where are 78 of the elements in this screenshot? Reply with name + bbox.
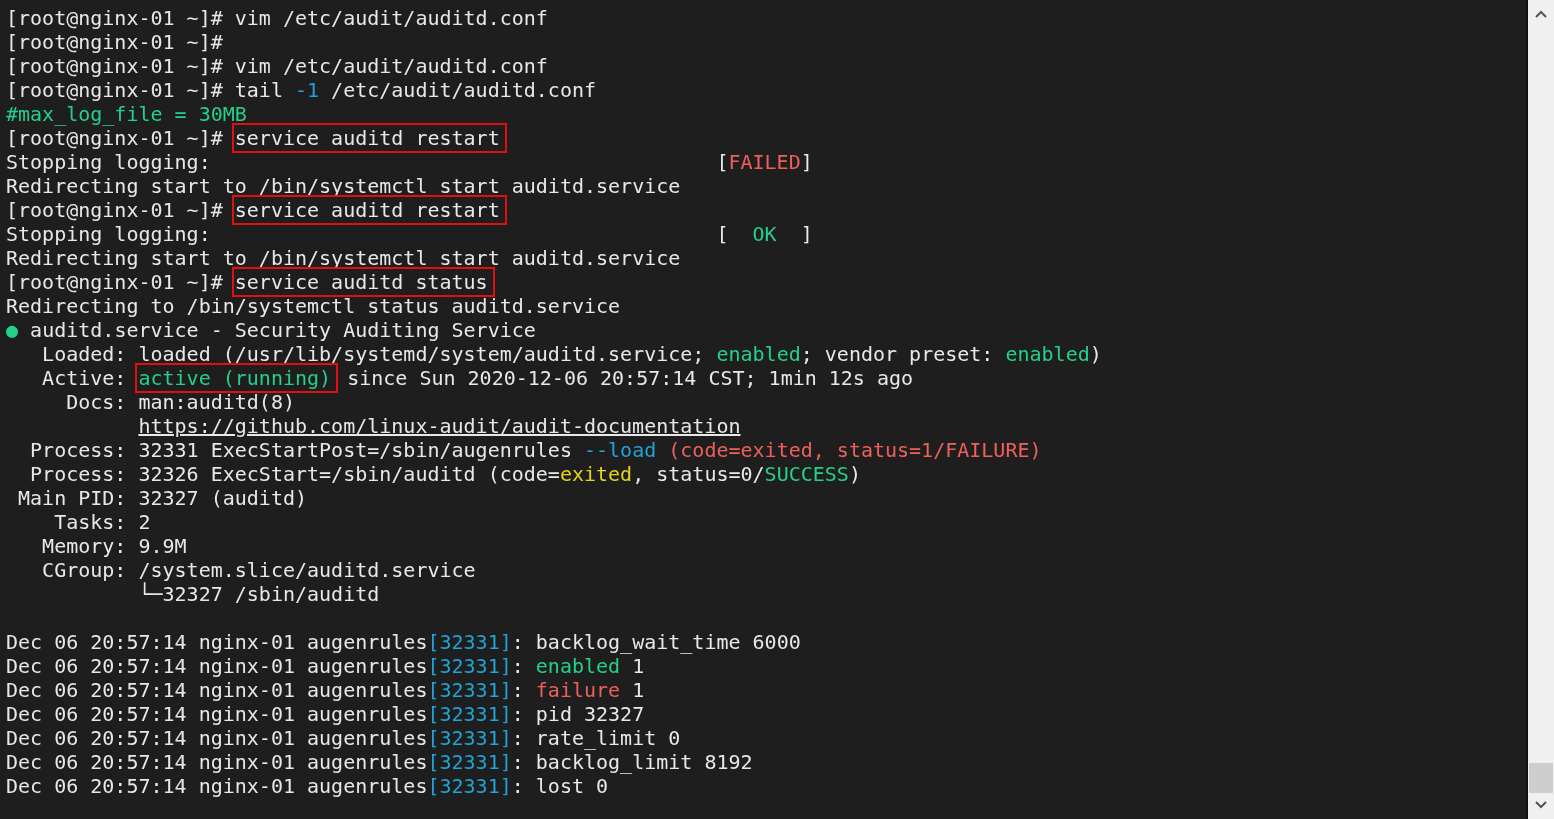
terminal-text: ; vendor preset:: [800, 342, 995, 366]
terminal-text: : rate_limit 0: [511, 726, 681, 750]
terminal-text: failure: [535, 678, 621, 702]
terminal-text: ): [1089, 342, 1102, 366]
terminal-text: -1: [295, 78, 320, 102]
terminal-text: , status=0/: [632, 462, 765, 486]
terminal-text: Redirecting start to /bin/systemctl start auditd.service: [6, 174, 681, 198]
terminal-text: 1: [631, 654, 645, 678]
terminal-text: Redirecting to /bin/systemctl status auditd.service: [6, 294, 621, 318]
terminal-text: 1: [631, 678, 645, 702]
terminal-text: enabled: [716, 342, 801, 366]
terminal-text: Dec 06 20:57:14 nginx-01 augenrules: [6, 774, 428, 798]
terminal-text: [root@nginx-01 ~]#: [6, 270, 224, 294]
terminal-text: ●: [6, 318, 19, 342]
chevron-down-icon[interactable]: [1535, 801, 1547, 809]
terminal-text: [32331]: [427, 678, 512, 702]
terminal-text: [32331]: [427, 630, 512, 654]
terminal-text: [root@nginx-01 ~]#: [6, 126, 224, 150]
terminal-text: :: [511, 654, 525, 678]
terminal-text: SUCCESS: [764, 462, 849, 486]
terminal-text: [root@nginx-01 ~]# vim /etc/audit/auditd.conf: [6, 6, 548, 30]
terminal-text: Dec 06 20:57:14 nginx-01 augenrules: [6, 750, 428, 774]
terminal-text: (code=exited, status=1/FAILURE): [667, 438, 1042, 462]
terminal-text: since Sun 2020-12-06 20:57:14 CST; 1min 12s ago: [346, 366, 914, 390]
terminal-text: CGroup: /system.slice/auditd.service: [41, 558, 476, 582]
terminal-text: [32331]: [427, 654, 512, 678]
terminal-text: Loaded: loaded (/usr/lib/systemd/system/auditd.service;: [41, 342, 706, 366]
terminal-text: Stopping logging:: [6, 150, 211, 174]
terminal-text: [32331]: [427, 702, 512, 726]
terminal-text: [32331]: [427, 774, 512, 798]
terminal-text: Main PID: 32327 (auditd): [17, 486, 308, 510]
terminal-text: : backlog_limit 8192: [511, 750, 753, 774]
terminal-text: enabled: [1005, 342, 1090, 366]
terminal-text: Tasks: 2: [53, 510, 151, 534]
terminal-text: Dec 06 20:57:14 nginx-01 augenrules: [6, 726, 428, 750]
terminal-text: Process: 32331 ExecStartPost=/sbin/augenrules: [29, 438, 573, 462]
terminal-text: Active:: [41, 366, 128, 390]
scrollbar-thumb[interactable]: [1529, 763, 1553, 793]
terminal-text: : pid 32327: [511, 702, 645, 726]
terminal-text: Process: 32326 ExecStart=/sbin/auditd (code=: [29, 462, 560, 486]
highlighted-command: service auditd status: [234, 270, 492, 294]
terminal-text: Dec 06 20:57:14 nginx-01 augenrules: [6, 654, 428, 678]
terminal-text: Dec 06 20:57:14 nginx-01 augenrules: [6, 630, 428, 654]
terminal-text: auditd.service - Security Auditing Service: [29, 318, 536, 342]
bracket: [: [716, 150, 729, 174]
terminal-text: #max_log_file = 30MB: [6, 102, 247, 126]
terminal-text: Memory: 9.9M: [41, 534, 187, 558]
highlighted-command: service auditd restart: [234, 198, 504, 222]
terminal-text: [32331]: [427, 726, 512, 750]
highlighted-command: active (running): [138, 366, 336, 390]
status-label: OK: [751, 222, 778, 246]
terminal-text: exited: [559, 462, 633, 486]
highlighted-command: service auditd restart: [234, 126, 504, 150]
bracket: ]: [800, 222, 813, 246]
chevron-up-icon[interactable]: [1535, 10, 1547, 18]
terminal-text: : backlog_wait_time 6000: [511, 630, 801, 654]
status-label: FAILED: [728, 150, 801, 174]
terminal-text: Docs: man:auditd(8): [65, 390, 295, 414]
terminal-text: enabled: [535, 654, 621, 678]
terminal-text: [root@nginx-01 ~]# tail: [6, 78, 284, 102]
terminal-text: [root@nginx-01 ~]#: [6, 198, 224, 222]
terminal-text: Stopping logging:: [6, 222, 211, 246]
terminal-text: [32331]: [427, 750, 512, 774]
terminal-text: Dec 06 20:57:14 nginx-01 augenrules: [6, 702, 428, 726]
terminal-text: /etc/audit/auditd.conf: [330, 78, 597, 102]
terminal-text: [root@nginx-01 ~]#: [6, 30, 223, 54]
terminal-text: └─32327 /sbin/auditd: [137, 582, 380, 606]
terminal-text: :: [511, 678, 525, 702]
terminal-text: [root@nginx-01 ~]# vim /etc/audit/auditd.conf: [6, 54, 548, 78]
terminal-text: ): [848, 462, 861, 486]
bracket: [: [716, 222, 729, 246]
bracket: ]: [800, 150, 813, 174]
terminal-text: Dec 06 20:57:14 nginx-01 augenrules: [6, 678, 428, 702]
terminal-text: --load: [583, 438, 657, 462]
terminal-text: Redirecting start to /bin/systemctl start auditd.service: [6, 246, 681, 270]
terminal-text: : lost 0: [511, 774, 609, 798]
link[interactable]: https://github.com/linux-audit/audit-documentation: [138, 414, 741, 438]
scrollbar[interactable]: [1528, 0, 1554, 819]
